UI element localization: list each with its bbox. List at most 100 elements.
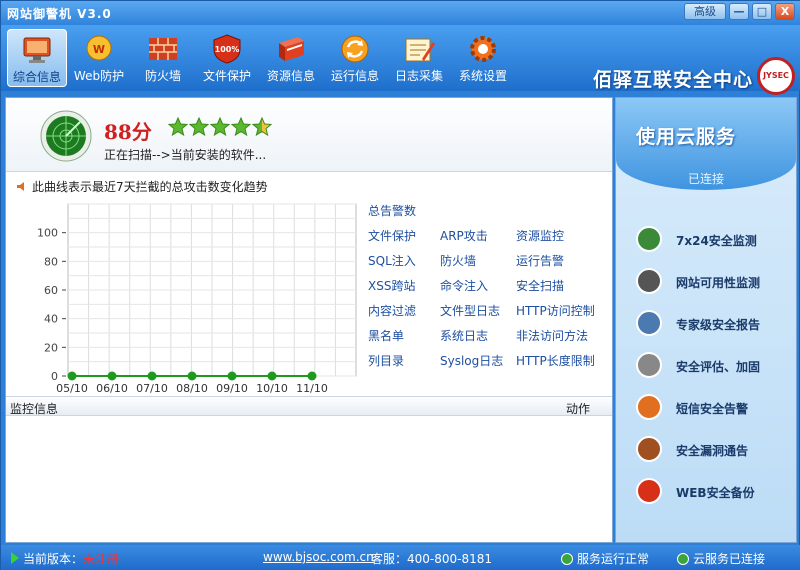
data-point	[267, 371, 277, 381]
service-label: 专家级安全报告	[676, 318, 761, 332]
legend-item[interactable]: Syslog日志	[440, 352, 503, 369]
main-panel: 88分 正在扫描-->当前安装的软件... 此曲线表示最近7天拦截的总攻击数变化…	[5, 97, 613, 543]
legend-item[interactable]: 内容过滤	[368, 302, 416, 319]
legend-item[interactable]: 黑名单	[368, 327, 404, 344]
toolbar: 综合信息 W Web防护 防火墙 100% 文件保护 资源信息 运行信息 日志采…	[1, 25, 800, 95]
x-tick-label: 11/10	[296, 382, 328, 395]
service-item[interactable]: 安全漏洞通告	[634, 434, 794, 466]
legend-total-alerts[interactable]: 总告警数	[368, 202, 416, 219]
legend-item[interactable]: 文件保护	[368, 227, 416, 244]
service-item[interactable]: 网站可用性监测	[634, 266, 794, 298]
service-label: 安全评估、加固	[676, 360, 761, 374]
tool-label: 日志采集	[394, 69, 443, 83]
tool-run-info[interactable]: 运行信息	[325, 29, 385, 87]
tool-label: 综合信息	[12, 70, 61, 84]
legend-item[interactable]: XSS跨站	[368, 277, 415, 294]
legend-item[interactable]: HTTP访问控制	[516, 302, 595, 319]
service-label: 7x24安全监测	[676, 234, 757, 248]
maximize-button[interactable]: □	[752, 3, 772, 20]
firewall-icon	[149, 38, 177, 60]
cloud-banner[interactable]: 使用云服务 已连接	[616, 98, 796, 190]
legend-item[interactable]: 安全扫描	[516, 277, 564, 294]
service-label: 短信安全告警	[676, 402, 749, 416]
monitor-action-column: 动作	[566, 402, 591, 416]
legend-item[interactable]: HTTP长度限制	[516, 352, 595, 369]
legend-item[interactable]: 系统日志	[440, 327, 488, 344]
legend-item[interactable]: 文件型日志	[440, 302, 500, 319]
monitor-icon	[23, 37, 51, 63]
y-tick-label: 40	[44, 313, 58, 326]
monitor-info-column: 监控信息	[10, 402, 59, 416]
svg-text:100%: 100%	[215, 45, 240, 54]
radar-icon	[40, 110, 92, 162]
legend-item[interactable]: 非法访问方法	[516, 327, 588, 344]
data-point	[187, 371, 197, 381]
scan-status: 正在扫描-->当前安装的软件...	[104, 148, 267, 162]
service-item[interactable]: 7x24安全监测	[634, 224, 794, 256]
close-button[interactable]: X	[775, 3, 795, 20]
cloud-connected: 已连接	[687, 172, 724, 186]
service-item[interactable]: 安全评估、加固	[634, 350, 794, 382]
data-point	[147, 371, 157, 381]
tool-settings[interactable]: 系统设置	[453, 29, 513, 87]
tool-web-protect[interactable]: W Web防护	[69, 29, 129, 87]
tool-label: 文件保护	[202, 69, 251, 83]
terminal-icon	[636, 268, 662, 294]
gear-icon	[470, 36, 496, 62]
service-item[interactable]: 短信安全告警	[634, 392, 794, 424]
service-label: 安全漏洞通告	[676, 444, 749, 458]
legend-item[interactable]: 命令注入	[440, 277, 488, 294]
web-shield-icon: W	[86, 35, 112, 61]
cloud-status: 云服务已连接	[677, 550, 765, 567]
check-icon	[677, 553, 689, 565]
star-icon	[252, 117, 272, 137]
legend-item[interactable]: 运行告警	[516, 252, 564, 269]
y-tick-label: 80	[44, 255, 58, 268]
tool-firewall[interactable]: 防火墙	[133, 29, 193, 87]
brand-logo: JYSEC	[757, 57, 795, 95]
monitor-header: 监控信息 动作	[6, 396, 612, 416]
legend-item[interactable]: ARP攻击	[440, 227, 488, 244]
tool-log-collect[interactable]: 日志采集	[389, 29, 449, 87]
clock-icon	[636, 226, 662, 252]
legend-item[interactable]: 资源监控	[516, 227, 564, 244]
brand-name: 佰驿互联安全中心	[592, 69, 753, 91]
check-icon	[561, 553, 573, 565]
service-label: 网站可用性监测	[676, 276, 761, 290]
advanced-button[interactable]: 高级	[684, 3, 726, 20]
y-tick-label: 60	[44, 284, 58, 297]
tool-resource[interactable]: 资源信息	[261, 29, 321, 87]
version-value[interactable]: 未注册	[83, 552, 119, 566]
website-link[interactable]: www.bjsoc.com.cn	[263, 550, 374, 564]
score-panel: 88分 正在扫描-->当前安装的软件...	[6, 98, 612, 172]
resource-icon	[279, 37, 304, 61]
main-window: 网站御警机 V3.0 高级 — □ X 综合信息 W Web防护 防火墙 100…	[0, 0, 800, 570]
tool-overview[interactable]: 综合信息	[7, 29, 67, 87]
service-phone: 客服：400-800-8181	[371, 552, 493, 566]
tool-label: Web防护	[73, 69, 125, 83]
legend-item[interactable]: SQL注入	[368, 252, 416, 269]
svg-text:W: W	[93, 43, 105, 56]
trend-caption: 此曲线表示最近7天拦截的总攻击数变化趋势	[16, 178, 268, 195]
data-point	[307, 371, 317, 381]
data-point	[227, 371, 237, 381]
status-bar: 当前版本：未注册 www.bjsoc.com.cn 客服：400-800-818…	[1, 545, 800, 570]
tool-file-protect[interactable]: 100% 文件保护	[197, 29, 257, 87]
service-item[interactable]: WEB安全备份	[634, 476, 794, 508]
legend-item[interactable]: 防火墙	[440, 252, 476, 269]
data-point	[107, 371, 117, 381]
x-tick-label: 06/10	[96, 382, 128, 395]
x-tick-label: 05/10	[56, 382, 88, 395]
minimize-button[interactable]: —	[729, 3, 749, 20]
cloud-title: 使用云服务	[636, 126, 737, 148]
run-status-label: 服务运行正常	[577, 552, 650, 566]
backup-icon	[636, 478, 662, 504]
rating-stars	[168, 117, 272, 137]
service-item[interactable]: 专家级安全报告	[634, 308, 794, 340]
star-icon	[210, 117, 230, 137]
window-title: 网站御警机 V3.0	[7, 7, 112, 21]
refresh-icon	[341, 35, 369, 63]
version-status: 当前版本：未注册	[11, 550, 119, 567]
legend-item[interactable]: 列目录	[368, 352, 404, 369]
cloud-status-label: 云服务已连接	[693, 552, 766, 566]
